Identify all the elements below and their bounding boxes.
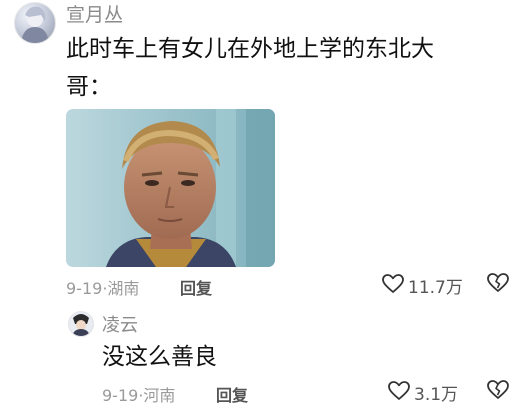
like-button[interactable]: 3.1万 (388, 380, 458, 405)
comment-date: 9-19 (102, 386, 139, 405)
comment-text-line: 此时车上有女儿在外地上学的东北大 (66, 36, 434, 62)
broken-heart-icon (487, 380, 509, 404)
like-button[interactable]: 11.7万 (382, 273, 463, 298)
dislike-button[interactable] (487, 273, 509, 297)
username[interactable]: 凌云 (102, 311, 138, 337)
avatar[interactable] (14, 2, 56, 44)
comment-location: 河南 (143, 386, 176, 405)
reply-button[interactable]: 回复 (180, 275, 212, 299)
comment-location: 湖南 (107, 279, 140, 298)
comment-text-line: 哥： (66, 74, 112, 100)
comment-meta: 9-19·湖南 (66, 275, 139, 299)
broken-heart-icon (487, 273, 509, 297)
avatar[interactable] (68, 311, 94, 337)
like-count: 11.7万 (408, 278, 463, 298)
comment-text: 没这么善良 (102, 344, 217, 370)
comment-image[interactable] (66, 109, 275, 267)
like-count: 3.1万 (414, 385, 459, 405)
dislike-button[interactable] (487, 380, 509, 404)
heart-outline-icon (382, 273, 404, 298)
reply-button[interactable]: 回复 (216, 382, 248, 406)
comment-date: 9-19 (66, 279, 103, 298)
heart-outline-icon (388, 380, 410, 405)
comment-meta: 9-19·河南 (102, 382, 175, 406)
username[interactable]: 宣月丛 (66, 0, 123, 27)
comment-text: 此时车上有女儿在外地上学的东北大 哥： (66, 30, 506, 106)
